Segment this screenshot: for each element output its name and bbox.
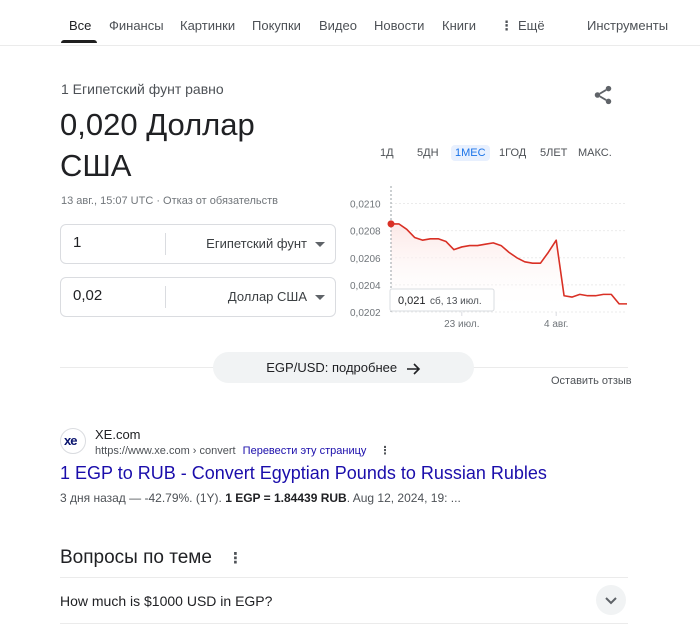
snippet-prefix: 3 дня назад — -42.79%. (1Y).: [60, 491, 226, 505]
search-tabs: Все Финансы Картинки Покупки Видео Новос…: [0, 0, 700, 46]
site-favicon[interactable]: xe: [60, 428, 86, 454]
share-icon[interactable]: [592, 84, 614, 106]
feedback-link[interactable]: Оставить отзыв: [551, 375, 632, 387]
site-logo-text: xe: [64, 433, 78, 448]
range-1m[interactable]: 1МЕС: [451, 145, 490, 161]
active-tab-indicator: [61, 40, 97, 43]
tab-shopping[interactable]: Покупки: [252, 18, 301, 33]
from-currency-box: 1 Египетский фунт: [60, 224, 336, 264]
range-5d[interactable]: 5ДН: [413, 145, 443, 161]
converted-value-line2: США: [60, 148, 132, 183]
range-1y[interactable]: 1ГОД: [495, 145, 530, 161]
y-tick-label: 0,0206: [350, 254, 381, 265]
converted-value-line1: 0,020 Доллар: [60, 107, 255, 142]
chart-tooltip: 0,021 сб, 13 июл.: [389, 288, 495, 312]
rate-timestamp: 13 авг., 15:07 UTC · Отказ от обязательс…: [61, 195, 279, 207]
to-currency-select[interactable]: Доллар США: [228, 289, 325, 304]
y-tick-label: 0,0204: [350, 281, 381, 292]
range-1d[interactable]: 1Д: [376, 145, 398, 161]
divider: [165, 233, 166, 255]
snippet-highlight: 1 EGP = 1.84439 RUB: [225, 491, 347, 505]
converter-title: 1 Египетский фунт равно: [61, 81, 224, 97]
tools-button[interactable]: Инструменты: [587, 18, 668, 33]
y-tick-label: 0,0208: [350, 227, 381, 238]
tab-more[interactable]: ⋮ Ещё: [500, 18, 545, 34]
dropdown-arrow-icon: [315, 242, 325, 248]
result-title-link[interactable]: 1 EGP to RUB - Convert Egyptian Pounds t…: [60, 463, 547, 484]
tab-more-label: Ещё: [518, 18, 545, 33]
y-tick-label: 0,0202: [350, 308, 381, 319]
divider: [60, 623, 628, 624]
site-url-text: https://www.xe.com › convert: [95, 445, 236, 457]
more-vert-icon: ⋮: [500, 18, 513, 33]
from-amount-input[interactable]: 1: [73, 234, 81, 251]
site-name[interactable]: XE.com: [95, 427, 141, 442]
from-currency-label: Египетский фунт: [206, 236, 307, 251]
converted-value: 0,020 Доллар США: [60, 104, 320, 186]
tab-finance[interactable]: Финансы: [109, 18, 164, 33]
chevron-down-icon: [605, 597, 617, 605]
from-currency-select[interactable]: Египетский фунт: [206, 236, 325, 251]
divider: [60, 577, 628, 578]
expand-question-button[interactable]: [596, 585, 626, 615]
hover-point: [387, 220, 395, 228]
divider: [165, 286, 166, 308]
faq-question[interactable]: How much is $1000 USD in EGP?: [60, 593, 272, 609]
tab-all[interactable]: Все: [69, 18, 91, 33]
more-details-label: EGP/USD: подробнее: [266, 360, 398, 375]
rate-chart[interactable]: 0,0210 0,0208 0,0206 0,0204 0,0202 23 июл. 4 а…: [340, 178, 632, 330]
snippet-suffix: . Aug 12, 2024, 19: ...: [346, 491, 461, 505]
to-amount-input[interactable]: 0,02: [73, 287, 102, 304]
to-currency-box: 0,02 Доллар США: [60, 277, 336, 317]
related-questions-heading: Вопросы по теме: [60, 547, 212, 568]
tab-images[interactable]: Картинки: [180, 18, 235, 33]
more-details-button[interactable]: EGP/USD: подробнее: [213, 352, 474, 383]
range-5y[interactable]: 5ЛЕТ: [536, 145, 571, 161]
site-url: https://www.xe.com › convert Перевести э…: [95, 444, 390, 457]
tooltip-date: сб, 13 июл.: [430, 295, 482, 307]
range-max[interactable]: МАКС.: [574, 145, 616, 161]
result-snippet: 3 дня назад — -42.79%. (1Y). 1 EGP = 1.8…: [60, 491, 461, 505]
more-vert-icon[interactable]: ⋮: [379, 445, 390, 457]
translate-page-link[interactable]: Перевести эту страницу: [243, 445, 367, 457]
y-tick-label: 0,0210: [350, 200, 381, 211]
tab-video[interactable]: Видео: [319, 18, 357, 33]
more-vert-icon[interactable]: ⋮: [228, 549, 243, 567]
tab-books[interactable]: Книги: [442, 18, 476, 33]
to-currency-label: Доллар США: [227, 289, 307, 304]
x-tick-label: 23 июл.: [444, 319, 479, 330]
arrow-right-icon: [406, 362, 420, 375]
tooltip-value: 0,021: [398, 295, 426, 307]
x-tick-label: 4 авг.: [544, 319, 568, 330]
dropdown-arrow-icon: [315, 295, 325, 301]
tab-news[interactable]: Новости: [374, 18, 424, 33]
